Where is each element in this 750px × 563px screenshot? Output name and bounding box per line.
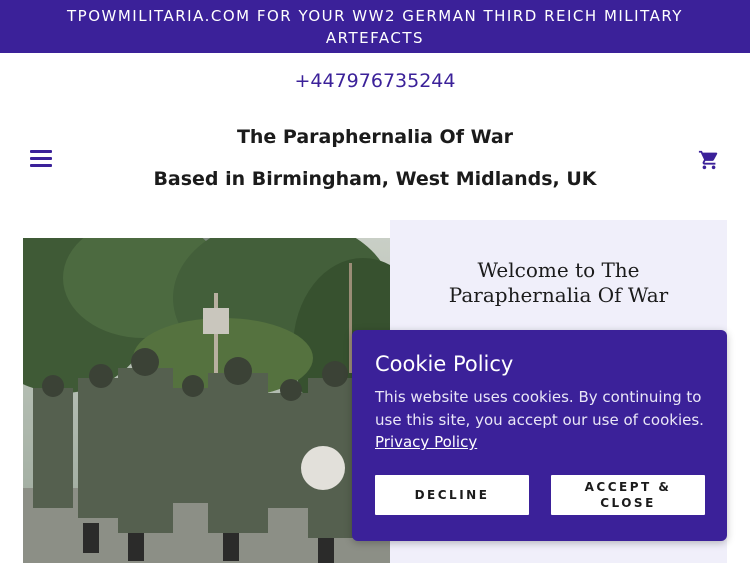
cookie-body: This website uses cookies. By continuing… [375,386,715,454]
cookie-banner: Cookie Policy This website uses cookies.… [352,330,727,541]
decline-button[interactable]: DECLINE [375,475,529,515]
announcement-text: TPOWMILITARIA.COM FOR YOUR WW2 GERMAN TH… [67,7,683,47]
phone-link[interactable]: +447976735244 [0,70,750,92]
accept-and-close-button[interactable]: ACCEPT & CLOSE [551,475,705,515]
cookie-body-text: This website uses cookies. By continuing… [375,388,704,429]
welcome-heading: Welcome to The Paraphernalia Of War [448,258,669,307]
announcement-bar: TPOWMILITARIA.COM FOR YOUR WW2 GERMAN TH… [0,0,750,53]
shopping-cart-icon[interactable] [698,149,720,171]
hamburger-menu-icon[interactable] [30,150,52,168]
cookie-title: Cookie Policy [375,352,514,376]
site-tagline: Based in Birmingham, West Midlands, UK [153,168,597,190]
privacy-policy-link[interactable]: Privacy Policy [375,433,477,451]
hero-image [23,238,390,563]
site-title[interactable]: The Paraphernalia Of War [0,126,750,148]
